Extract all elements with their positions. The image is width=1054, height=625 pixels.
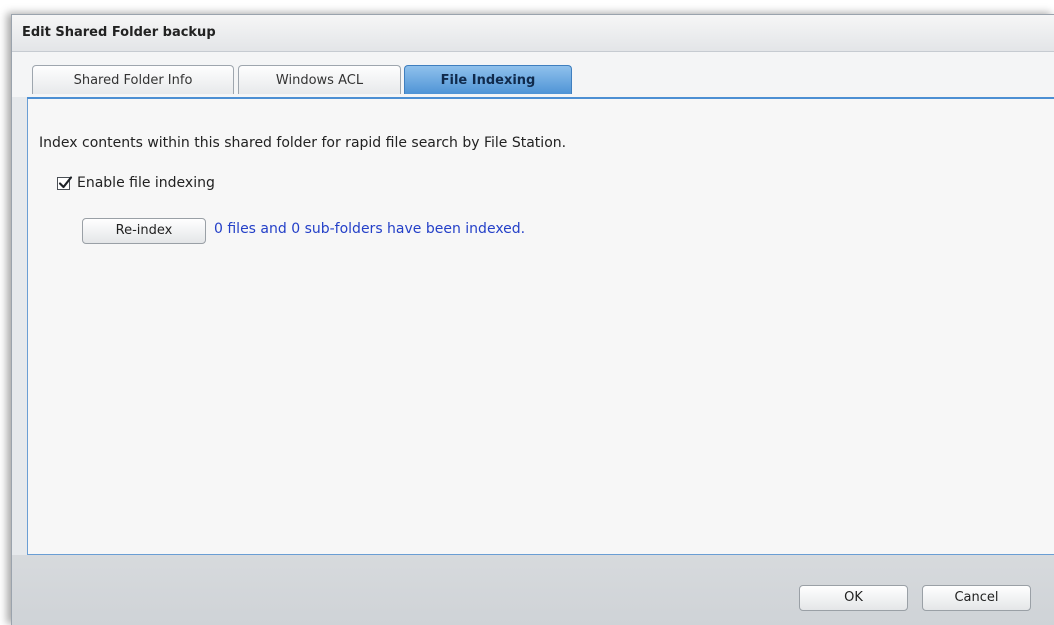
tab-file-indexing[interactable]: File Indexing bbox=[404, 65, 572, 94]
enable-file-indexing-checkbox[interactable] bbox=[57, 175, 73, 190]
dialog-title: Edit Shared Folder backup bbox=[22, 25, 216, 40]
tab-strip: Shared Folder Info Windows ACL File Inde… bbox=[12, 52, 1054, 97]
file-indexing-panel bbox=[27, 99, 1054, 555]
tab-windows-acl[interactable]: Windows ACL bbox=[238, 65, 401, 94]
enable-file-indexing-row[interactable]: Enable file indexing bbox=[57, 174, 215, 192]
edit-shared-folder-dialog: Edit Shared Folder backup Shared Folder … bbox=[11, 14, 1054, 625]
tab-shared-folder-info[interactable]: Shared Folder Info bbox=[32, 65, 234, 94]
indexing-status-text: 0 files and 0 sub-folders have been inde… bbox=[214, 221, 526, 237]
dialog-footer: OK Cancel bbox=[12, 555, 1054, 625]
reindex-button[interactable]: Re-index bbox=[82, 218, 206, 244]
cancel-button[interactable]: Cancel bbox=[922, 585, 1031, 611]
enable-file-indexing-label: Enable file indexing bbox=[77, 175, 215, 191]
dialog-titlebar[interactable]: Edit Shared Folder backup bbox=[12, 15, 1054, 52]
indexing-description: Index contents within this shared folder… bbox=[39, 135, 567, 151]
ok-button[interactable]: OK bbox=[799, 585, 908, 611]
checkmark-icon bbox=[58, 175, 73, 188]
